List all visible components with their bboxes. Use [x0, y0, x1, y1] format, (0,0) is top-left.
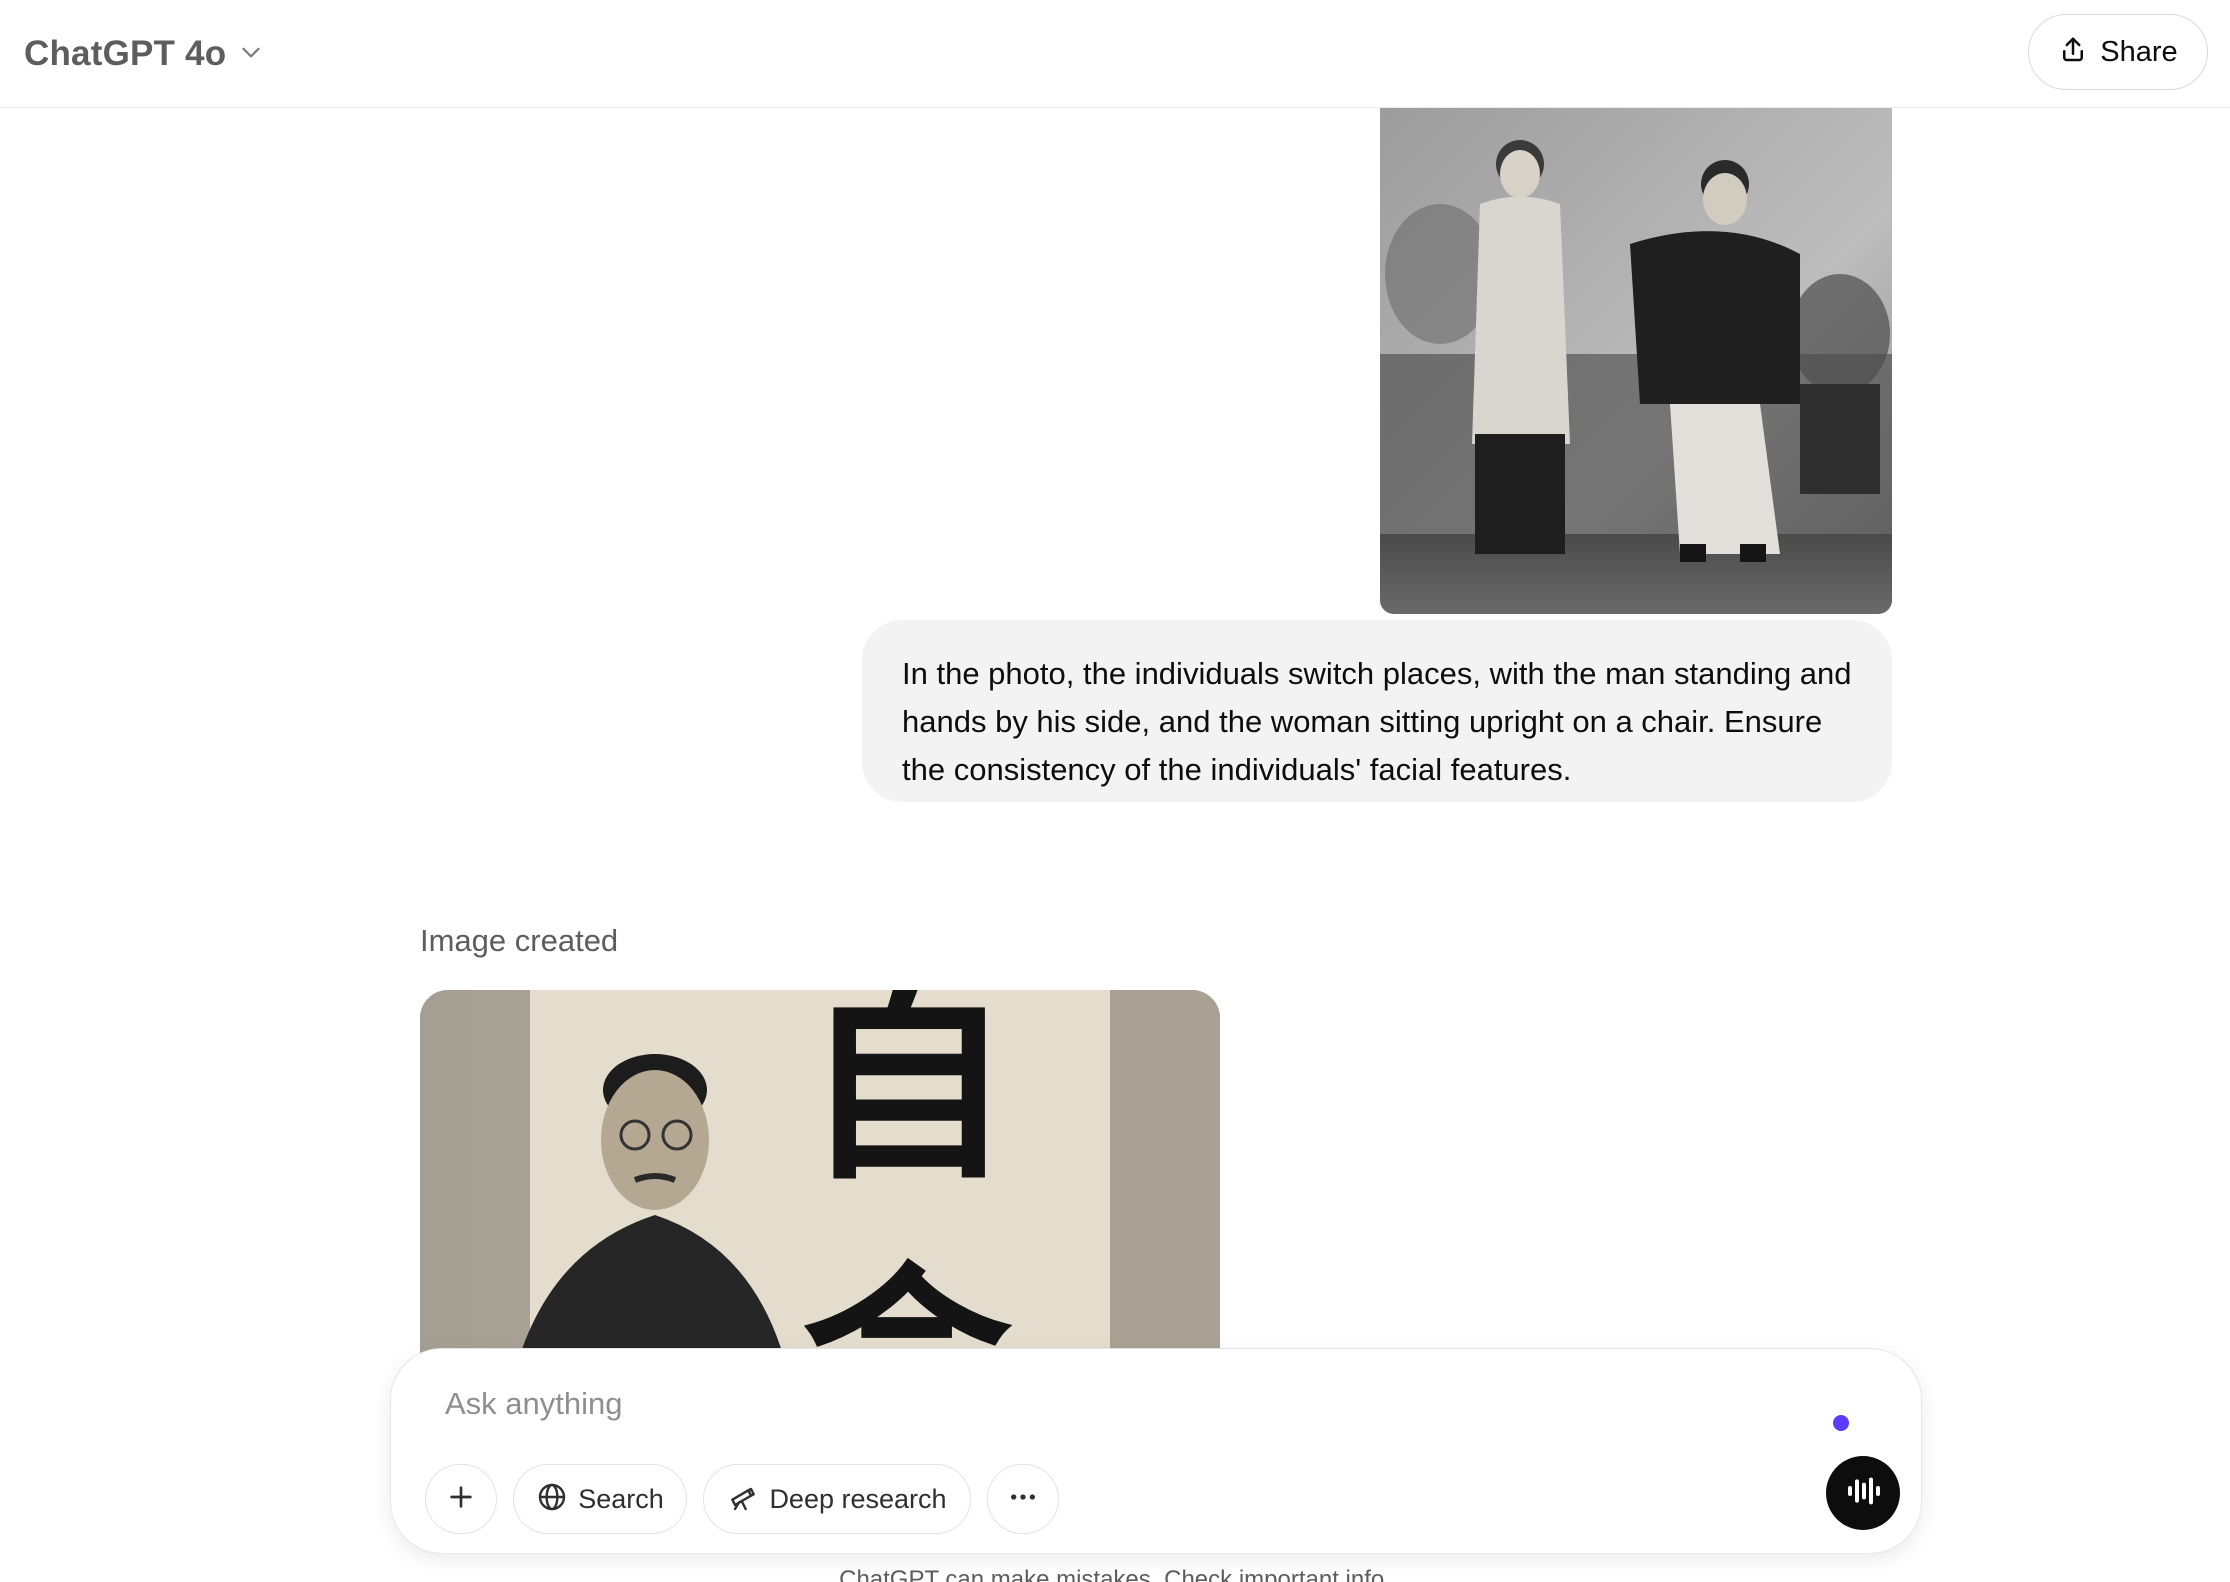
voice-mode-button[interactable] [1826, 1456, 1900, 1530]
status-dot [1833, 1415, 1849, 1431]
deep-research-label: Deep research [769, 1483, 947, 1514]
chat-app: ChatGPT 4o Share In the photo, the indiv… [0, 0, 2230, 1582]
user-uploaded-photo[interactable] [1380, 108, 1892, 614]
disclaimer-text: ChatGPT can make mistakes. Check importa… [839, 1566, 1391, 1582]
share-button[interactable]: Share [2028, 14, 2208, 90]
prompt-input[interactable] [445, 1379, 1745, 1429]
more-tools-button[interactable] [987, 1464, 1059, 1534]
top-bar: ChatGPT 4o Share [0, 0, 2230, 108]
user-message-bubble: In the photo, the individuals switch pla… [862, 620, 1892, 802]
upload-icon [2058, 35, 2088, 70]
deep-research-button[interactable]: Deep research [703, 1464, 971, 1534]
chevron-down-icon [238, 39, 264, 70]
assistant-status-label: Image created [420, 923, 619, 958]
share-label: Share [2100, 35, 2178, 68]
globe-icon [536, 1481, 568, 1518]
plus-icon [445, 1481, 477, 1518]
model-selector[interactable]: ChatGPT 4o [24, 26, 264, 82]
search-label: Search [578, 1483, 664, 1514]
model-name: ChatGPT 4o [24, 34, 227, 73]
telescope-icon [727, 1481, 759, 1518]
ellipsis-icon [1007, 1481, 1039, 1518]
search-button[interactable]: Search [513, 1464, 687, 1534]
add-attachment-button[interactable] [425, 1464, 497, 1534]
message-composer: Search Deep research [390, 1348, 1922, 1554]
voice-waveform-icon [1843, 1471, 1883, 1516]
